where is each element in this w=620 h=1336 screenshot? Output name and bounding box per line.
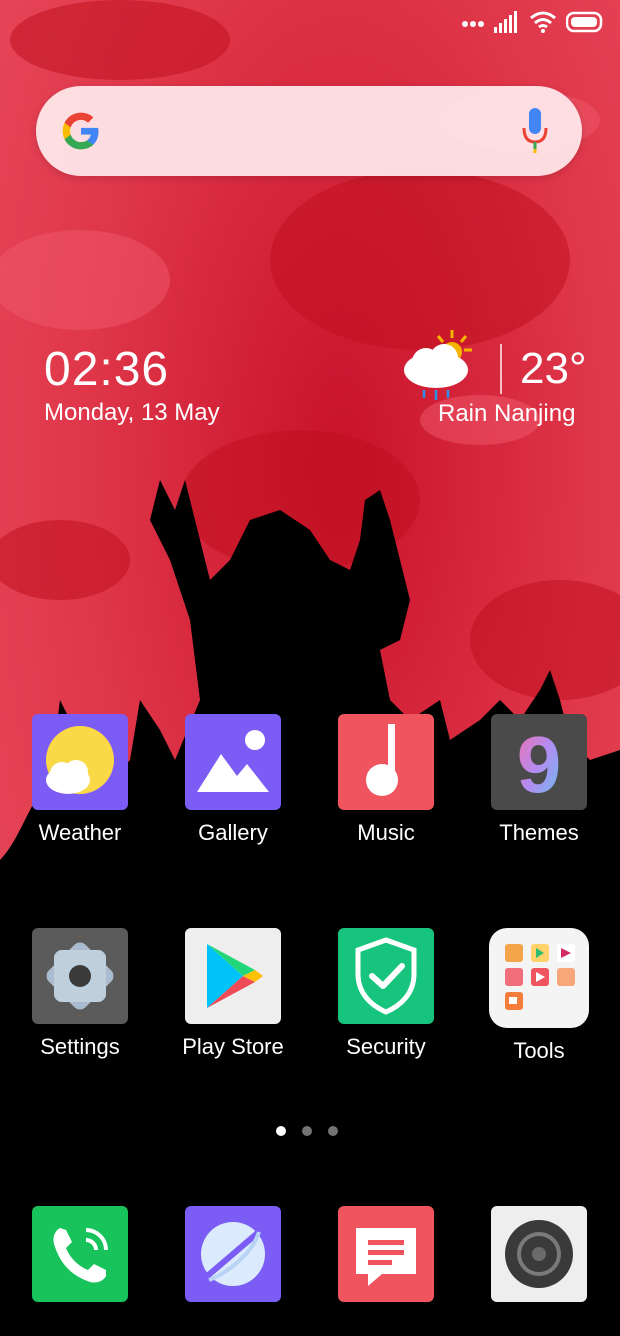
weather-widget[interactable]: 23° Rain Nanjing bbox=[400, 320, 600, 430]
app-label: Gallery bbox=[198, 820, 268, 845]
themes-icon: 9 bbox=[491, 714, 587, 810]
app-label: Play Store bbox=[182, 1034, 284, 1059]
dock-phone[interactable] bbox=[20, 1206, 140, 1302]
app-themes[interactable]: 9 Themes bbox=[479, 714, 599, 846]
app-label: Themes bbox=[499, 820, 579, 845]
page-dot-1[interactable] bbox=[276, 1126, 286, 1136]
wifi-icon bbox=[530, 11, 556, 38]
weather-divider bbox=[500, 344, 502, 394]
app-label: Weather bbox=[38, 820, 122, 845]
status-bar bbox=[462, 10, 606, 38]
weather-icon bbox=[32, 714, 128, 810]
security-icon bbox=[338, 928, 434, 1024]
signal-icon bbox=[494, 10, 520, 38]
page-dot-2[interactable] bbox=[302, 1126, 312, 1136]
clock-time: 02:36 bbox=[44, 343, 170, 396]
mic-icon[interactable] bbox=[522, 108, 548, 154]
weather-temperature: 23° bbox=[520, 344, 587, 393]
google-icon[interactable] bbox=[60, 110, 102, 152]
weather-location: Rain Nanjing bbox=[438, 400, 576, 427]
gallery-icon bbox=[185, 714, 281, 810]
app-settings[interactable]: Settings bbox=[20, 928, 140, 1060]
camera-icon bbox=[491, 1206, 587, 1302]
browser-icon bbox=[185, 1206, 281, 1302]
svg-text:9: 9 bbox=[517, 720, 562, 809]
app-label: Tools bbox=[513, 1038, 565, 1063]
play-store-icon bbox=[185, 928, 281, 1024]
app-tools-folder[interactable]: Tools bbox=[479, 928, 599, 1064]
settings-icon bbox=[32, 928, 128, 1024]
app-security[interactable]: Security bbox=[326, 928, 446, 1060]
clock-date: Monday, 13 May bbox=[44, 399, 220, 426]
music-icon bbox=[338, 714, 434, 810]
page-indicator[interactable] bbox=[276, 1126, 338, 1136]
clock-widget[interactable]: 02:36 Monday, 13 May bbox=[44, 342, 220, 428]
dock-browser[interactable] bbox=[173, 1206, 293, 1302]
page-dot-3[interactable] bbox=[328, 1126, 338, 1136]
rain-cloud-sun-icon bbox=[404, 330, 472, 400]
dock-messages[interactable] bbox=[326, 1206, 446, 1302]
app-label: Settings bbox=[40, 1034, 120, 1059]
battery-icon bbox=[565, 11, 606, 38]
app-music[interactable]: Music bbox=[326, 714, 446, 846]
search-bar[interactable] bbox=[36, 86, 582, 176]
app-label: Security bbox=[346, 1034, 426, 1059]
app-gallery[interactable]: Gallery bbox=[173, 714, 293, 846]
app-weather[interactable]: Weather bbox=[20, 714, 140, 846]
app-label: Music bbox=[357, 820, 415, 845]
app-play-store[interactable]: Play Store bbox=[173, 928, 293, 1060]
search-input[interactable] bbox=[116, 106, 500, 158]
phone-icon bbox=[32, 1206, 128, 1302]
more-dots-icon bbox=[462, 15, 484, 33]
tools-folder-icon bbox=[489, 928, 589, 1028]
messages-icon bbox=[338, 1206, 434, 1302]
dock-camera[interactable] bbox=[479, 1206, 599, 1302]
